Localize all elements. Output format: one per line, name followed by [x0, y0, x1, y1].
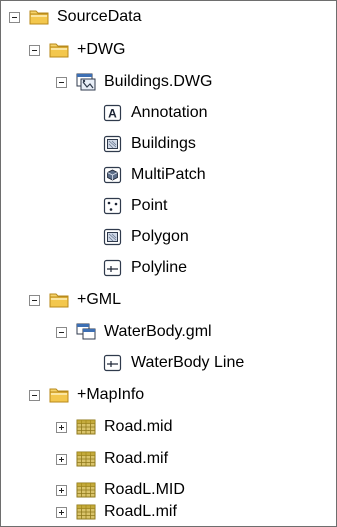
multipatch-icon [103, 166, 123, 184]
collapse-toggle-icon[interactable] [29, 389, 40, 401]
tree-node-label: Polygon [131, 228, 189, 245]
tree-node-label: +GML [77, 291, 122, 308]
table-grid-icon [76, 418, 96, 436]
tree-node-waterbody-gml[interactable]: WaterBody.gml [56, 317, 212, 347]
tree-node-label: Point [131, 197, 168, 214]
expand-toggle-icon[interactable] [56, 506, 67, 518]
expand-toggle-icon[interactable] [56, 421, 67, 433]
folder-icon [49, 41, 69, 59]
tree-node-label: RoadL.mif [104, 503, 177, 520]
tree-node-roadl-mif[interactable]: RoadL.mif [56, 497, 177, 527]
table-grid-icon [76, 503, 96, 521]
tree-node-label: Road.mif [104, 450, 169, 467]
cad-drawing-icon [76, 73, 96, 91]
expand-toggle-icon[interactable] [56, 484, 67, 496]
collapse-toggle-icon[interactable] [9, 11, 20, 23]
tree-node-label: Polyline [131, 259, 188, 276]
tree-node-label: Annotation [131, 104, 208, 121]
tree-node-road-mif[interactable]: Road.mif [56, 444, 168, 474]
tree-node-sourcedata[interactable]: SourceData [9, 2, 142, 32]
folder-icon [49, 386, 69, 404]
tree-node-label: Buildings.DWG [104, 73, 213, 90]
tree-node-label: WaterBody Line [131, 354, 245, 371]
tree-node-label: SourceData [57, 8, 142, 25]
gml-dataset-icon [76, 323, 96, 341]
tree-node-label: MultiPatch [131, 166, 206, 183]
polygon-feature-icon [103, 228, 123, 246]
tree-node-road-mid[interactable]: Road.mid [56, 412, 172, 442]
tree-node-label: WaterBody.gml [104, 323, 212, 340]
tree-leaf-waterbody-line[interactable]: WaterBody Line [103, 348, 244, 378]
tree-node-label: +MapInfo [77, 386, 145, 403]
point-feature-icon [103, 197, 123, 215]
collapse-toggle-icon[interactable] [56, 76, 67, 88]
tree-leaf-annotation[interactable]: Annotation [103, 98, 208, 128]
tree-leaf-buildings[interactable]: Buildings [103, 129, 196, 159]
collapse-toggle-icon[interactable] [29, 294, 40, 306]
catalog-tree: SourceData +DWG Buildings.DWG Annotation… [0, 0, 337, 527]
expand-toggle-icon[interactable] [56, 453, 67, 465]
polyline-feature-icon [103, 259, 123, 277]
folder-icon [29, 8, 49, 26]
tree-node-gml-folder[interactable]: +GML [29, 285, 121, 315]
polygon-feature-icon [103, 135, 123, 153]
annotation-icon [103, 104, 123, 122]
tree-node-label: Buildings [131, 135, 196, 152]
tree-node-dwg-folder[interactable]: +DWG [29, 35, 125, 65]
tree-node-label: Road.mid [104, 418, 173, 435]
tree-node-label: +DWG [77, 41, 126, 58]
tree-node-buildings-dwg[interactable]: Buildings.DWG [56, 67, 212, 97]
tree-leaf-point[interactable]: Point [103, 191, 167, 221]
tree-leaf-multipatch[interactable]: MultiPatch [103, 160, 206, 190]
collapse-toggle-icon[interactable] [56, 326, 67, 338]
tree-leaf-polygon[interactable]: Polygon [103, 222, 189, 252]
polyline-feature-icon [103, 354, 123, 372]
folder-icon [49, 291, 69, 309]
tree-leaf-polyline[interactable]: Polyline [103, 253, 187, 283]
table-grid-icon [76, 450, 96, 468]
collapse-toggle-icon[interactable] [29, 44, 40, 56]
tree-node-mapinfo-folder[interactable]: +MapInfo [29, 380, 144, 410]
